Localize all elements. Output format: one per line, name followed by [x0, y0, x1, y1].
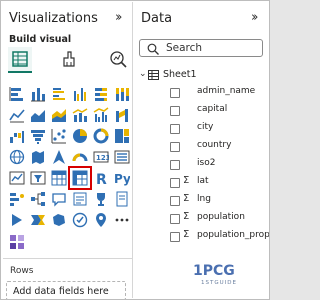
- line-and-stacked-column-chart-icon[interactable]: [72, 107, 88, 123]
- shape-map-icon[interactable]: [51, 212, 67, 228]
- waterfall-chart-icon[interactable]: [9, 128, 25, 144]
- stacked-bar-chart-icon[interactable]: [9, 86, 25, 102]
- sigma-icon: Σ: [183, 193, 190, 204]
- map-icon[interactable]: [9, 149, 25, 165]
- scorecard-icon[interactable]: [72, 212, 88, 228]
- build-visual-tab[interactable]: [8, 47, 32, 73]
- field-row[interactable]: Σpopulation_proper: [163, 229, 269, 244]
- scatter-chart-icon[interactable]: [51, 128, 67, 144]
- logo-subtext: 1STGUIDE: [201, 280, 237, 286]
- line-and-clustered-column-chart-icon[interactable]: [93, 107, 109, 123]
- data-pane: Data ›› Search ⌄ Sheet1 admin_name capit…: [133, 2, 269, 298]
- more-visuals-icon[interactable]: [114, 212, 130, 228]
- field-row[interactable]: Σpopulation: [163, 211, 269, 226]
- table-name: Sheet1: [163, 69, 197, 80]
- paintbrush-icon: [63, 51, 75, 67]
- pie-chart-icon[interactable]: [72, 128, 88, 144]
- field-row[interactable]: Σlat: [163, 175, 269, 190]
- table-icon: [148, 70, 159, 80]
- field-row[interactable]: country: [163, 140, 269, 154]
- chevron-down-icon: ⌄: [139, 69, 147, 79]
- 100-stacked-column-chart-icon[interactable]: [114, 86, 130, 102]
- card-icon[interactable]: 123: [93, 149, 109, 165]
- smart-narrative-icon[interactable]: [72, 191, 88, 207]
- ribbon-chart-icon[interactable]: [114, 107, 130, 123]
- field-checkbox[interactable]: [170, 124, 180, 134]
- svg-text:Py: Py: [114, 172, 130, 186]
- custom-visual-icon[interactable]: [9, 234, 25, 250]
- donut-chart-icon[interactable]: [93, 128, 109, 144]
- field-checkbox[interactable]: [170, 106, 180, 116]
- rows-well-label: Rows: [10, 266, 34, 276]
- field-row[interactable]: city: [163, 122, 269, 136]
- slicer-icon[interactable]: [30, 170, 46, 186]
- field-row[interactable]: admin_name: [163, 86, 269, 100]
- field-checkbox[interactable]: [170, 160, 180, 170]
- 100-stacked-bar-chart-icon[interactable]: [93, 86, 109, 102]
- clustered-column-chart-icon[interactable]: [72, 86, 88, 102]
- format-visual-tab[interactable]: [57, 47, 81, 71]
- field-checkbox[interactable]: [170, 232, 180, 242]
- funnel-icon[interactable]: [30, 128, 46, 144]
- matrix-visual-selected[interactable]: [68, 166, 92, 190]
- arcgis-icon[interactable]: [93, 212, 109, 228]
- power-automate-icon[interactable]: [30, 212, 46, 228]
- panes-frame: Visualizations ›› Build visual 12 R Py R…: [0, 0, 270, 300]
- rows-drop-zone[interactable]: Add data fields here: [6, 281, 126, 299]
- field-checkbox[interactable]: [170, 214, 180, 224]
- visualizations-title: Visualizations: [9, 11, 98, 26]
- stacked-column-chart-icon[interactable]: [30, 86, 46, 102]
- divider: [3, 258, 133, 259]
- field-checkbox[interactable]: [170, 88, 180, 98]
- line-chart-icon[interactable]: [9, 107, 25, 123]
- decomposition-tree-icon[interactable]: [30, 191, 46, 207]
- area-chart-icon[interactable]: [30, 107, 46, 123]
- power-apps-icon[interactable]: [9, 212, 25, 228]
- sigma-icon: Σ: [183, 229, 190, 240]
- visualizations-pane: Visualizations ›› Build visual 12 R Py R…: [2, 2, 133, 299]
- filled-map-icon[interactable]: [30, 149, 46, 165]
- stacked-area-chart-icon[interactable]: [51, 107, 67, 123]
- paginated-report-icon[interactable]: [114, 191, 130, 207]
- table-grid-icon: [12, 51, 28, 67]
- qa-visual-icon[interactable]: [51, 191, 67, 207]
- watermark-logo: 1PCG 1STGUIDE: [191, 260, 263, 286]
- matrix-icon: [72, 170, 88, 186]
- table-visual-icon[interactable]: [51, 170, 67, 186]
- magnifier-chart-icon: [110, 51, 127, 68]
- goals-trophy-icon[interactable]: [93, 191, 109, 207]
- svg-text:R: R: [96, 172, 107, 186]
- table-sheet1[interactable]: ⌄ Sheet1: [139, 69, 263, 83]
- kpi-icon[interactable]: [9, 170, 25, 186]
- field-row[interactable]: capital: [163, 104, 269, 118]
- field-row[interactable]: iso2: [163, 158, 269, 172]
- search-input[interactable]: Search: [139, 39, 263, 57]
- logo-text: 1PCG: [193, 263, 235, 279]
- field-checkbox[interactable]: [170, 178, 180, 188]
- key-influencers-icon[interactable]: [9, 191, 25, 207]
- data-title: Data: [141, 11, 173, 26]
- gauge-icon[interactable]: [72, 149, 88, 165]
- search-placeholder: Search: [166, 42, 203, 54]
- search-icon: [147, 43, 159, 55]
- field-row[interactable]: Σlng: [163, 193, 269, 208]
- field-checkbox[interactable]: [170, 196, 180, 206]
- treemap-icon[interactable]: [114, 128, 130, 144]
- r-script-visual-icon[interactable]: R: [93, 170, 109, 186]
- azure-map-icon[interactable]: [51, 149, 67, 165]
- clustered-bar-chart-icon[interactable]: [51, 86, 67, 102]
- sigma-icon: Σ: [183, 211, 190, 222]
- collapse-visualizations-icon[interactable]: ››: [115, 10, 123, 25]
- svg-text:123: 123: [96, 154, 109, 162]
- multi-row-card-icon[interactable]: [114, 149, 130, 165]
- field-checkbox[interactable]: [170, 142, 180, 152]
- build-visual-label: Build visual: [9, 34, 72, 45]
- sigma-icon: Σ: [183, 175, 190, 186]
- analytics-tab[interactable]: [106, 47, 130, 71]
- python-visual-icon[interactable]: Py: [114, 170, 130, 186]
- collapse-data-icon[interactable]: ››: [251, 10, 259, 25]
